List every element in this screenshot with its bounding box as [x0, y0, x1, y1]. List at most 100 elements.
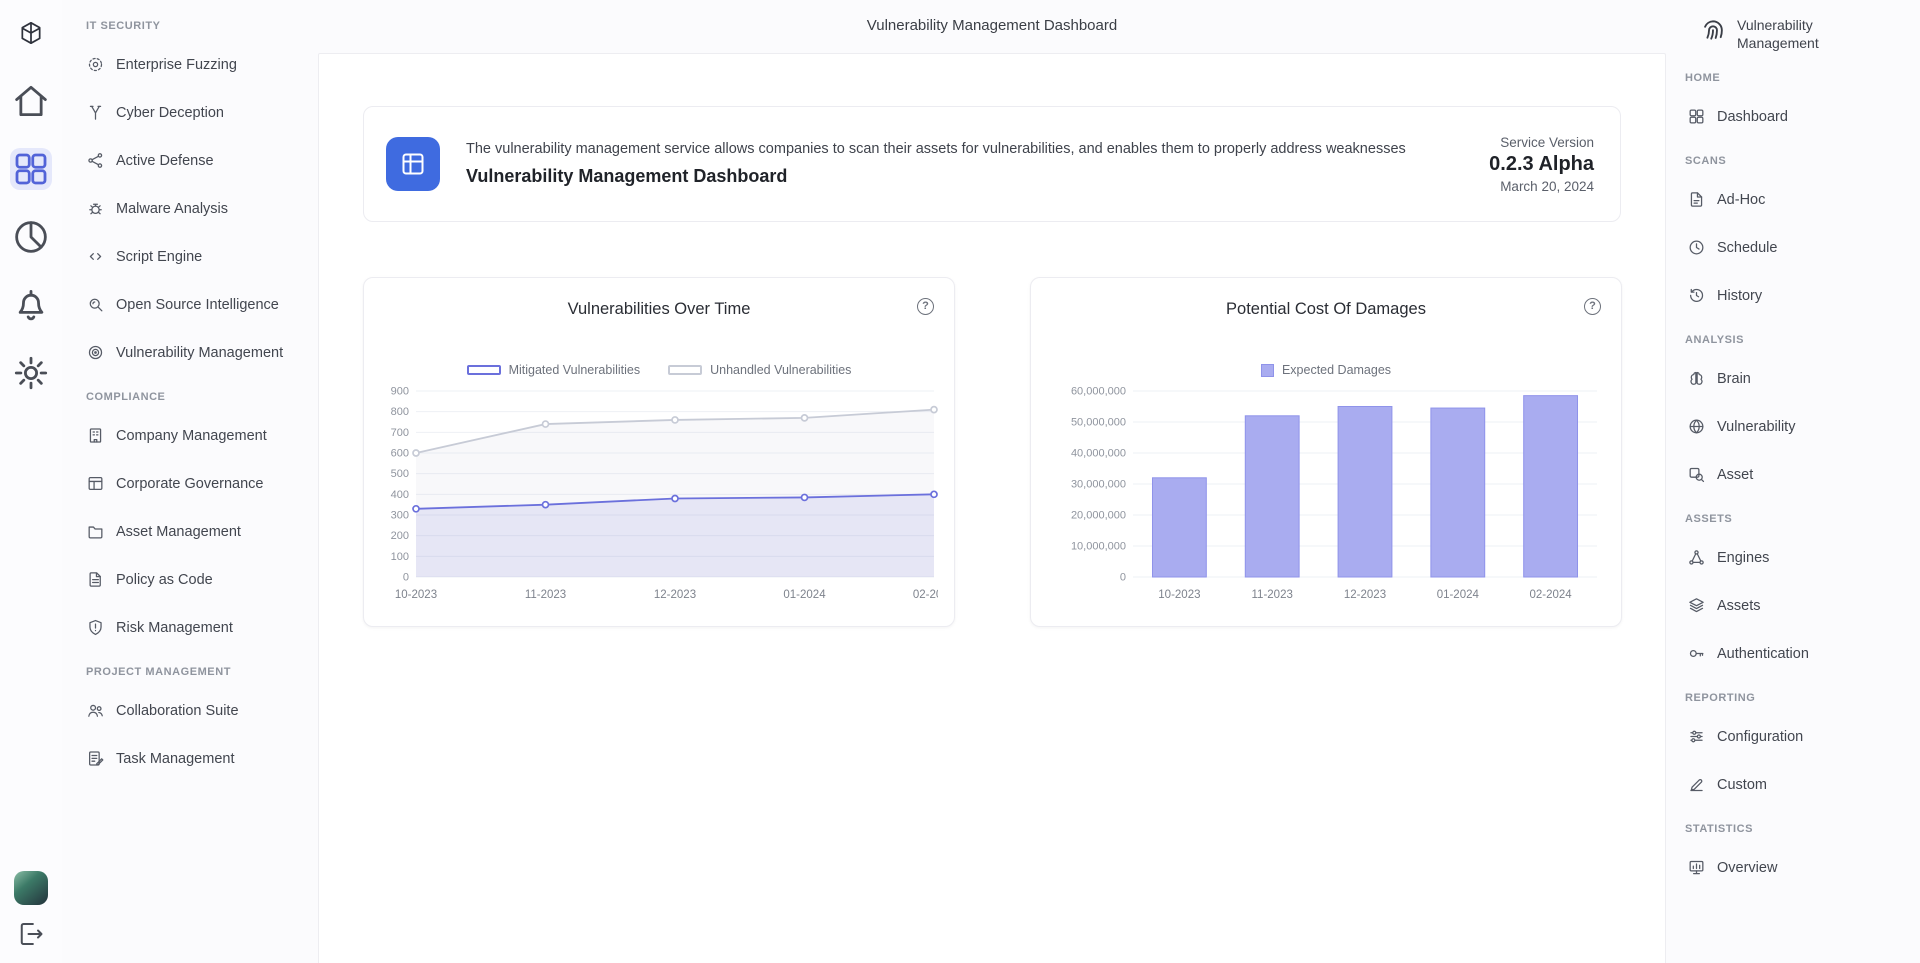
service-version-date: March 20, 2024	[1489, 179, 1594, 194]
governance-icon	[86, 474, 105, 493]
svg-text:0: 0	[403, 572, 409, 584]
rightbar-item-assets[interactable]: Assets	[1685, 585, 1908, 626]
rightbar-item-custom[interactable]: Custom	[1685, 764, 1908, 805]
assets-icon	[1687, 596, 1706, 615]
legend-label: Expected Damages	[1282, 363, 1391, 377]
legend-swatch	[467, 365, 501, 375]
nav-item-label: Enterprise Fuzzing	[116, 57, 237, 73]
nav-item-label: Ad-Hoc	[1717, 192, 1765, 208]
sidebar-nav: IT SECURITY Enterprise Fuzzing Cyber Decep…	[80, 20, 304, 779]
nav-item-label: Assets	[1717, 598, 1761, 614]
sidebar-item-policy-as-code[interactable]: Policy as Code	[80, 559, 304, 600]
legend-mitigated-vulnerabilities[interactable]: Mitigated Vulnerabilities	[467, 363, 641, 377]
rightbar-item-asset[interactable]: Asset	[1685, 454, 1908, 495]
rightbar-item-brain[interactable]: Brain	[1685, 358, 1908, 399]
auth-icon	[1687, 644, 1706, 663]
nav-item-label: Malware Analysis	[116, 201, 228, 217]
rightbar-item-dashboard[interactable]: Dashboard	[1685, 96, 1908, 137]
script-icon	[86, 247, 105, 266]
logout-button[interactable]	[16, 919, 46, 949]
nav-item-label: Authentication	[1717, 646, 1809, 662]
task-icon	[86, 749, 105, 768]
nav-item-label: Dashboard	[1717, 109, 1788, 125]
sidebar-item-asset-management[interactable]: Asset Management	[80, 511, 304, 552]
chart-legend: Mitigated Vulnerabilities Unhandled Vulne…	[382, 363, 936, 377]
rightbar-section-reporting: REPORTING	[1685, 692, 1908, 704]
svg-text:200: 200	[391, 530, 409, 542]
svg-text:900: 900	[391, 386, 409, 398]
pie-icon	[10, 216, 52, 258]
malware-icon	[86, 199, 105, 218]
page-title: Vulnerability Management Dashboard	[318, 17, 1666, 34]
rightbar-item-engines[interactable]: Engines	[1685, 537, 1908, 578]
logout-icon	[16, 919, 46, 949]
history-icon	[1687, 286, 1706, 305]
fuzzing-icon	[86, 55, 105, 74]
svg-text:600: 600	[391, 448, 409, 460]
chart-title: Vulnerabilities Over Time	[382, 300, 936, 319]
svg-text:10-2023: 10-2023	[395, 589, 437, 601]
service-version-label: Service Version	[1489, 135, 1594, 150]
asset-icon	[1687, 465, 1706, 484]
rail-notifications-button[interactable]	[10, 284, 52, 326]
rail-dashboard-button[interactable]	[10, 148, 52, 190]
user-avatar[interactable]	[14, 871, 48, 905]
sidebar-section-it-security: IT SECURITY	[86, 20, 304, 32]
sidebar-section-project-management: PROJECT MANAGEMENT	[86, 666, 304, 678]
rightbar-item-vulnerability[interactable]: Vulnerability	[1685, 406, 1908, 447]
nav-item-label: Company Management	[116, 428, 267, 444]
svg-text:11-2023: 11-2023	[525, 589, 566, 601]
svg-text:01-2024: 01-2024	[1437, 589, 1480, 601]
sidebar-item-cyber-deception[interactable]: Cyber Deception	[80, 92, 304, 133]
legend-expected-damages[interactable]: Expected Damages	[1261, 363, 1391, 377]
sidebar-item-company-management[interactable]: Company Management	[80, 415, 304, 456]
rightbar-item-authentication[interactable]: Authentication	[1685, 633, 1908, 674]
rightbar-item-configuration[interactable]: Configuration	[1685, 716, 1908, 757]
nav-item-label: Risk Management	[116, 620, 233, 636]
svg-text:100: 100	[391, 551, 409, 563]
help-icon[interactable]: ?	[917, 298, 934, 315]
nav-item-label: Overview	[1717, 860, 1777, 876]
sidebar-item-active-defense[interactable]: Active Defense	[80, 140, 304, 181]
sidebar-item-enterprise-fuzzing[interactable]: Enterprise Fuzzing	[80, 44, 304, 85]
line-chart: 010020030040050060070080090010-202311-20…	[382, 383, 938, 607]
rightbar-item-schedule[interactable]: Schedule	[1685, 227, 1908, 268]
sidebar-item-risk-management[interactable]: Risk Management	[80, 607, 304, 648]
legend-unhandled-vulnerabilities[interactable]: Unhandled Vulnerabilities	[668, 363, 851, 377]
sidebar-item-malware-analysis[interactable]: Malware Analysis	[80, 188, 304, 229]
sidebar-item-script-engine[interactable]: Script Engine	[80, 236, 304, 277]
nav-item-label: Asset	[1717, 467, 1753, 483]
nav-item-label: Corporate Governance	[116, 476, 264, 492]
dashboard-icon	[10, 148, 52, 190]
sidebar-item-open-source-intelligence[interactable]: Open Source Intelligence	[80, 284, 304, 325]
service-description: The vulnerability management service all…	[466, 141, 1463, 157]
rail-home-button[interactable]	[10, 80, 52, 122]
rail-nav	[10, 12, 52, 420]
dashboard-icon	[1687, 107, 1706, 126]
svg-text:40,000,000: 40,000,000	[1071, 448, 1126, 460]
sidebar-item-task-management[interactable]: Task Management	[80, 738, 304, 779]
help-icon[interactable]: ?	[1584, 298, 1601, 315]
rail-settings-button[interactable]	[10, 352, 52, 394]
engines-icon	[1687, 548, 1706, 567]
svg-text:700: 700	[391, 427, 409, 439]
rightbar-item-overview[interactable]: Overview	[1685, 847, 1908, 888]
osint-icon	[86, 295, 105, 314]
rightbar-item-ad-hoc[interactable]: Ad-Hoc	[1685, 179, 1908, 220]
svg-text:30,000,000: 30,000,000	[1071, 479, 1126, 491]
sidebar-item-vulnerability-management[interactable]: Vulnerability Management	[80, 332, 304, 373]
brain-icon	[1687, 369, 1706, 388]
rail-analytics-button[interactable]	[10, 216, 52, 258]
nav-item-label: Task Management	[116, 751, 234, 767]
nav-item-label: Brain	[1717, 371, 1751, 387]
svg-text:02-2024: 02-2024	[913, 589, 938, 601]
svg-text:02-2024: 02-2024	[1529, 589, 1572, 601]
banner-text: The vulnerability management service all…	[466, 141, 1463, 187]
sidebar-item-corporate-governance[interactable]: Corporate Governance	[80, 463, 304, 504]
fingerprint-logo-icon	[1699, 16, 1727, 44]
sidebar-item-collaboration-suite[interactable]: Collaboration Suite	[80, 690, 304, 731]
rightbar-item-history[interactable]: History	[1685, 275, 1908, 316]
svg-text:60,000,000: 60,000,000	[1071, 386, 1126, 398]
nav-item-label: Engines	[1717, 550, 1769, 566]
risk-icon	[86, 618, 105, 637]
